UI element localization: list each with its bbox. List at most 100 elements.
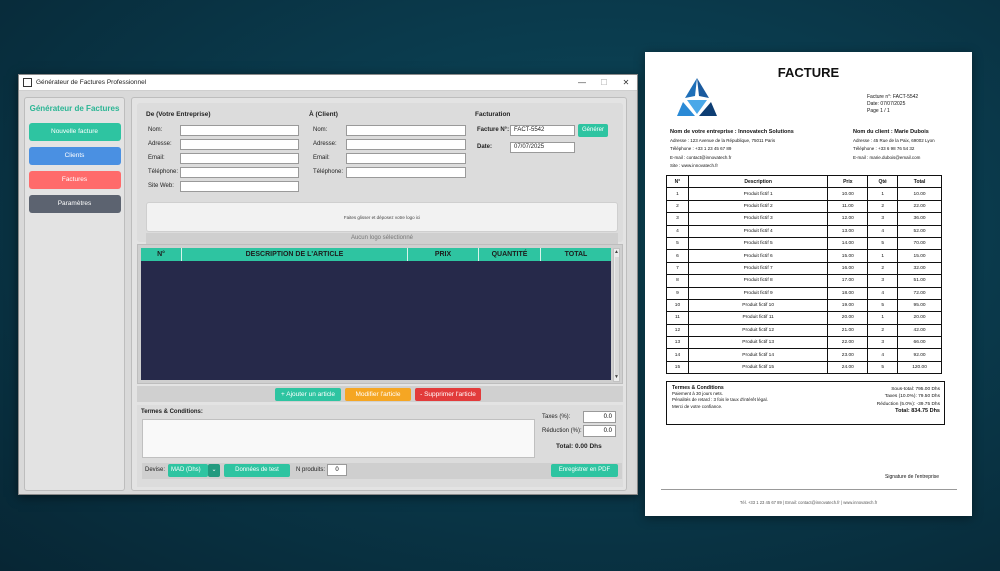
terms-textarea[interactable] bbox=[142, 419, 535, 458]
scroll-down-icon[interactable]: ▼ bbox=[614, 374, 619, 381]
inv-col-total: Total bbox=[897, 174, 942, 189]
total-label: Total: 0.00 Dhs bbox=[556, 443, 602, 450]
table-scrollbar[interactable]: ▲ ▼ bbox=[613, 248, 620, 382]
from-website-field[interactable] bbox=[180, 181, 299, 192]
to-phone-label: Téléphone: bbox=[313, 169, 344, 175]
company-info: Nom de votre entreprise : Innovatech Sol… bbox=[670, 128, 794, 171]
scroll-up-icon[interactable]: ▲ bbox=[614, 249, 619, 256]
invoice-cell: Produit fictif 1 bbox=[687, 187, 829, 201]
maximize-button[interactable]: ☐ bbox=[593, 78, 615, 87]
invoice-row: 12 Produit fictif 12 21.00 2 42.00 bbox=[666, 323, 942, 338]
taxes-field[interactable]: 0.0 bbox=[583, 411, 616, 423]
no-logo-label: Aucun logo sélectionné bbox=[146, 233, 618, 244]
invoice-cell: Produit fictif 8 bbox=[687, 274, 829, 288]
invoice-cell: 19.00 bbox=[827, 298, 869, 313]
sidebar-item-new-invoice[interactable]: Nouvelle facture bbox=[28, 123, 121, 141]
invoice-cell: 10 bbox=[666, 298, 689, 313]
sidebar-item-settings[interactable]: Paramètres bbox=[28, 195, 121, 213]
col-price[interactable]: PRIX bbox=[408, 248, 479, 261]
window-title: Générateur de Factures Professionnel bbox=[36, 79, 147, 86]
col-description[interactable]: DESCRIPTION DE L'ARTICLE bbox=[182, 248, 408, 261]
company-logo bbox=[677, 78, 717, 116]
from-section-title: De (Votre Entreprise) bbox=[146, 111, 211, 118]
invoice-cell: 12.00 bbox=[827, 212, 869, 226]
currency-select[interactable]: MAD (Dhs) bbox=[168, 464, 208, 477]
invoice-cell: Produit fictif 9 bbox=[687, 286, 829, 300]
invoice-cell: 14.00 bbox=[827, 236, 869, 251]
company-name: Nom de votre entreprise : Innovatech Sol… bbox=[670, 129, 794, 135]
date-field[interactable]: 07/07/2025 bbox=[510, 142, 575, 153]
col-quantity[interactable]: QUANTITÉ bbox=[479, 248, 541, 261]
invoice-cell: 7 bbox=[666, 261, 689, 276]
invoice-cell: 32.00 bbox=[897, 261, 942, 276]
items-table-body[interactable] bbox=[141, 261, 611, 380]
add-item-button[interactable]: + Ajouter un article bbox=[275, 388, 341, 401]
invoice-table-header: N° Description Prix Qté Total bbox=[666, 174, 942, 189]
invoice-cell: 3 bbox=[867, 274, 899, 288]
to-name-field[interactable] bbox=[346, 125, 466, 136]
items-table-header: N° DESCRIPTION DE L'ARTICLE PRIX QUANTIT… bbox=[141, 248, 611, 261]
invoice-cell: 5 bbox=[867, 236, 899, 251]
invoice-row: 5 Produit fictif 5 14.00 5 70.00 bbox=[666, 236, 942, 251]
to-email-label: Email: bbox=[313, 155, 330, 161]
invoice-row: 15 Produit fictif 15 24.00 5 120.00 bbox=[666, 360, 942, 375]
invoice-terms-line: Pénalités de retard : 3 fois le taux d'i… bbox=[672, 397, 768, 403]
test-data-button[interactable]: Données de test bbox=[224, 464, 290, 477]
products-count-label: N produits: bbox=[296, 467, 326, 473]
from-email-label: Email: bbox=[148, 155, 165, 161]
invoice-row: 3 Produit fictif 3 12.00 3 36.00 bbox=[666, 212, 942, 226]
invoice-number-field[interactable]: FACT-5542 bbox=[510, 125, 575, 136]
terms-label: Termes & Conditions: bbox=[141, 409, 203, 415]
invoice-table-body: 1 Produit fictif 1 10.00 1 10.00 2 Produit fic… bbox=[666, 187, 942, 375]
logo-dropzone[interactable]: Faites glisser et déposez votre logo ici bbox=[146, 202, 618, 232]
invoice-cell: 4 bbox=[666, 224, 689, 238]
col-number[interactable]: N° bbox=[141, 248, 182, 261]
chevron-down-icon[interactable]: ⌄ bbox=[208, 464, 220, 477]
products-count-field[interactable]: 0 bbox=[327, 464, 347, 476]
invoice-cell: Produit fictif 11 bbox=[687, 311, 829, 325]
invoice-cell: Produit fictif 7 bbox=[687, 261, 829, 276]
invoice-row: 4 Produit fictif 4 13.00 4 52.00 bbox=[666, 224, 942, 238]
taxes-label: Taxes (%): bbox=[542, 414, 571, 420]
sidebar-item-clients[interactable]: Clients bbox=[28, 147, 121, 165]
invoice-cell: 17.00 bbox=[827, 274, 869, 288]
from-phone-field[interactable] bbox=[180, 167, 299, 178]
invoice-row: 8 Produit fictif 8 17.00 3 51.00 bbox=[666, 274, 942, 288]
generate-button[interactable]: Générer bbox=[578, 124, 608, 137]
to-address-field[interactable] bbox=[346, 139, 466, 150]
discount-field[interactable]: 0.0 bbox=[583, 425, 616, 437]
invoice-cell: 15 bbox=[666, 360, 689, 375]
invoice-cell: 4 bbox=[867, 286, 899, 300]
from-address-field[interactable] bbox=[180, 139, 299, 150]
invoice-cell: Produit fictif 5 bbox=[687, 236, 829, 251]
client-info: Nom du client : Marie Dubois Adresse : 4… bbox=[853, 128, 935, 162]
from-email-field[interactable] bbox=[180, 153, 299, 164]
invoice-terms: Termes & Conditions Paiement à 30 jours … bbox=[672, 385, 768, 410]
from-website-label: Site Web: bbox=[148, 183, 174, 189]
to-email-field[interactable] bbox=[346, 153, 466, 164]
invoice-cell: 10.00 bbox=[827, 187, 869, 201]
invoice-cell: 2 bbox=[666, 199, 689, 214]
edit-item-button[interactable]: Modifier l'article bbox=[345, 388, 411, 401]
sidebar-item-invoices[interactable]: Factures bbox=[28, 171, 121, 189]
to-phone-field[interactable] bbox=[346, 167, 466, 178]
invoice-cell: 72.00 bbox=[897, 286, 942, 300]
from-name-field[interactable] bbox=[180, 125, 299, 136]
scroll-thumb[interactable] bbox=[615, 257, 619, 375]
currency-label: Devise: bbox=[145, 467, 166, 473]
bottom-panel: Termes & Conditions: Taxes (%): 0.0 Rédu… bbox=[137, 405, 623, 487]
invoice-cell: 92.00 bbox=[897, 348, 942, 362]
invoice-title: FACTURE bbox=[777, 65, 840, 80]
save-pdf-button[interactable]: Enregistrer en PDF bbox=[551, 464, 618, 477]
col-total[interactable]: TOTAL bbox=[541, 248, 611, 261]
invoice-cell: 18.00 bbox=[827, 286, 869, 300]
invoice-cell: 120.00 bbox=[897, 360, 942, 375]
delete-item-button[interactable]: - Supprimer l'article bbox=[415, 388, 481, 401]
minimize-button[interactable]: — bbox=[571, 78, 593, 87]
invoice-cell: 5 bbox=[867, 360, 899, 375]
sidebar: Générateur de Factures Nouvelle facture … bbox=[24, 97, 125, 491]
invoice-cell: 20.00 bbox=[827, 311, 869, 325]
invoice-cell: 13.00 bbox=[827, 224, 869, 238]
invoice-discount: Réduction (5.0%): -39.75 Dhs bbox=[876, 401, 940, 407]
close-button[interactable]: ✕ bbox=[615, 78, 637, 87]
